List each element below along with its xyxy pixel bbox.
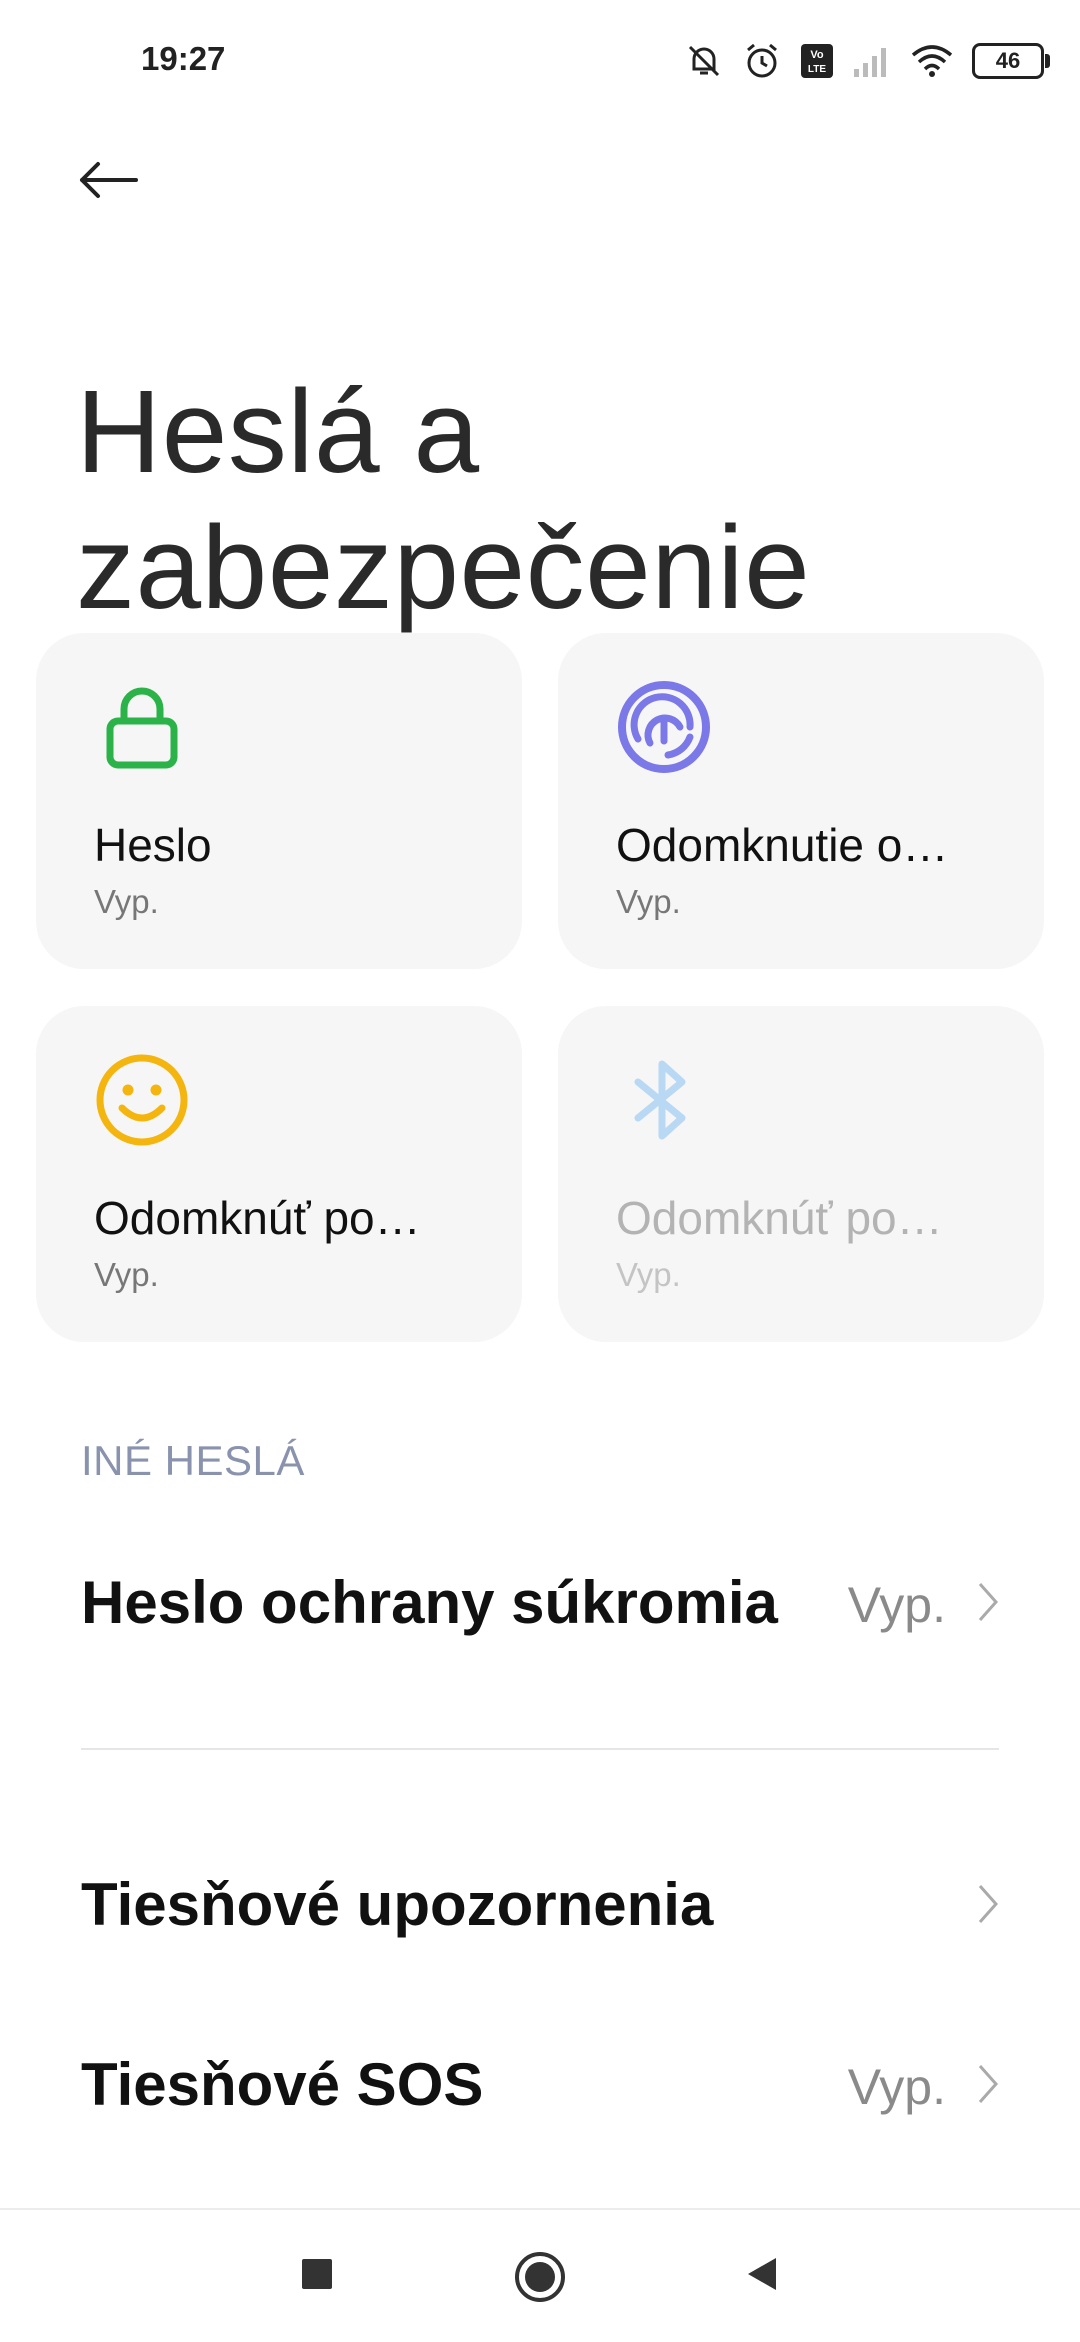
- card-bluetooth-unlock[interactable]: Odomknúť po… Vyp.: [558, 1006, 1044, 1342]
- page-title: Heslá a zabezpečenie: [76, 366, 811, 635]
- svg-text:LTE: LTE: [808, 64, 826, 75]
- volte-icon: Vo LTE: [801, 44, 833, 78]
- row-value: Vyp.: [847, 1577, 946, 1633]
- status-time: 19:27: [141, 40, 226, 77]
- svg-text:Vo: Vo: [810, 49, 824, 61]
- section-header: INÉ HESLÁ: [81, 1437, 305, 1484]
- card-title: Odomknúť po…: [616, 1192, 943, 1244]
- row-title: Tiesňové upozornenia: [81, 1871, 714, 1938]
- lock-icon: [106, 687, 178, 769]
- back-button[interactable]: [76, 148, 156, 212]
- chevron-right-icon: [978, 2065, 999, 2103]
- chevron-right-icon: [978, 1885, 999, 1923]
- fingerprint-icon: [618, 681, 710, 773]
- navigation-bar: [0, 2208, 1080, 2342]
- card-status: Vyp.: [616, 883, 681, 920]
- divider: [81, 1748, 999, 1750]
- notifications-muted-icon: [688, 45, 720, 77]
- back-triangle-icon[interactable]: [742, 2254, 782, 2294]
- card-status: Vyp.: [94, 883, 159, 920]
- battery-icon: 46: [972, 43, 1050, 79]
- row-title: Tiesňové SOS: [81, 2051, 484, 2118]
- chevron-right-icon: [978, 1583, 999, 1621]
- card-title: Odomknutie o…: [616, 819, 949, 871]
- card-face-unlock[interactable]: Odomknúť po… Vyp.: [36, 1006, 522, 1342]
- card-status: Vyp.: [94, 1256, 159, 1293]
- card-title: Odomknúť po…: [94, 1192, 421, 1244]
- bluetooth-icon: [634, 1060, 686, 1140]
- status-icons: Vo LTE 46: [684, 38, 1050, 84]
- wifi-icon: [911, 45, 953, 77]
- card-status: Vyp.: [616, 1256, 681, 1293]
- row-emergency-sos[interactable]: Tiesňové SOS Vyp.: [0, 2014, 1080, 2154]
- face-icon: [96, 1054, 188, 1146]
- arrow-left-icon: [80, 162, 138, 198]
- row-privacy-password[interactable]: Heslo ochrany súkromia Vyp.: [0, 1532, 1080, 1672]
- row-emergency-alerts[interactable]: Tiesňové upozornenia: [0, 1834, 1080, 1974]
- alarm-icon: [747, 43, 777, 78]
- home-circle-icon[interactable]: [513, 2250, 567, 2304]
- signal-icon: [854, 48, 886, 77]
- recents-square-icon[interactable]: [297, 2254, 337, 2294]
- card-title: Heslo: [94, 819, 212, 871]
- card-password[interactable]: Heslo Vyp.: [36, 633, 522, 969]
- status-bar: 19:27 Vo LTE 46: [0, 0, 1080, 120]
- card-fingerprint-unlock[interactable]: Odomknutie o… Vyp.: [558, 633, 1044, 969]
- row-title: Heslo ochrany súkromia: [81, 1569, 778, 1636]
- row-value: Vyp.: [847, 2059, 946, 2115]
